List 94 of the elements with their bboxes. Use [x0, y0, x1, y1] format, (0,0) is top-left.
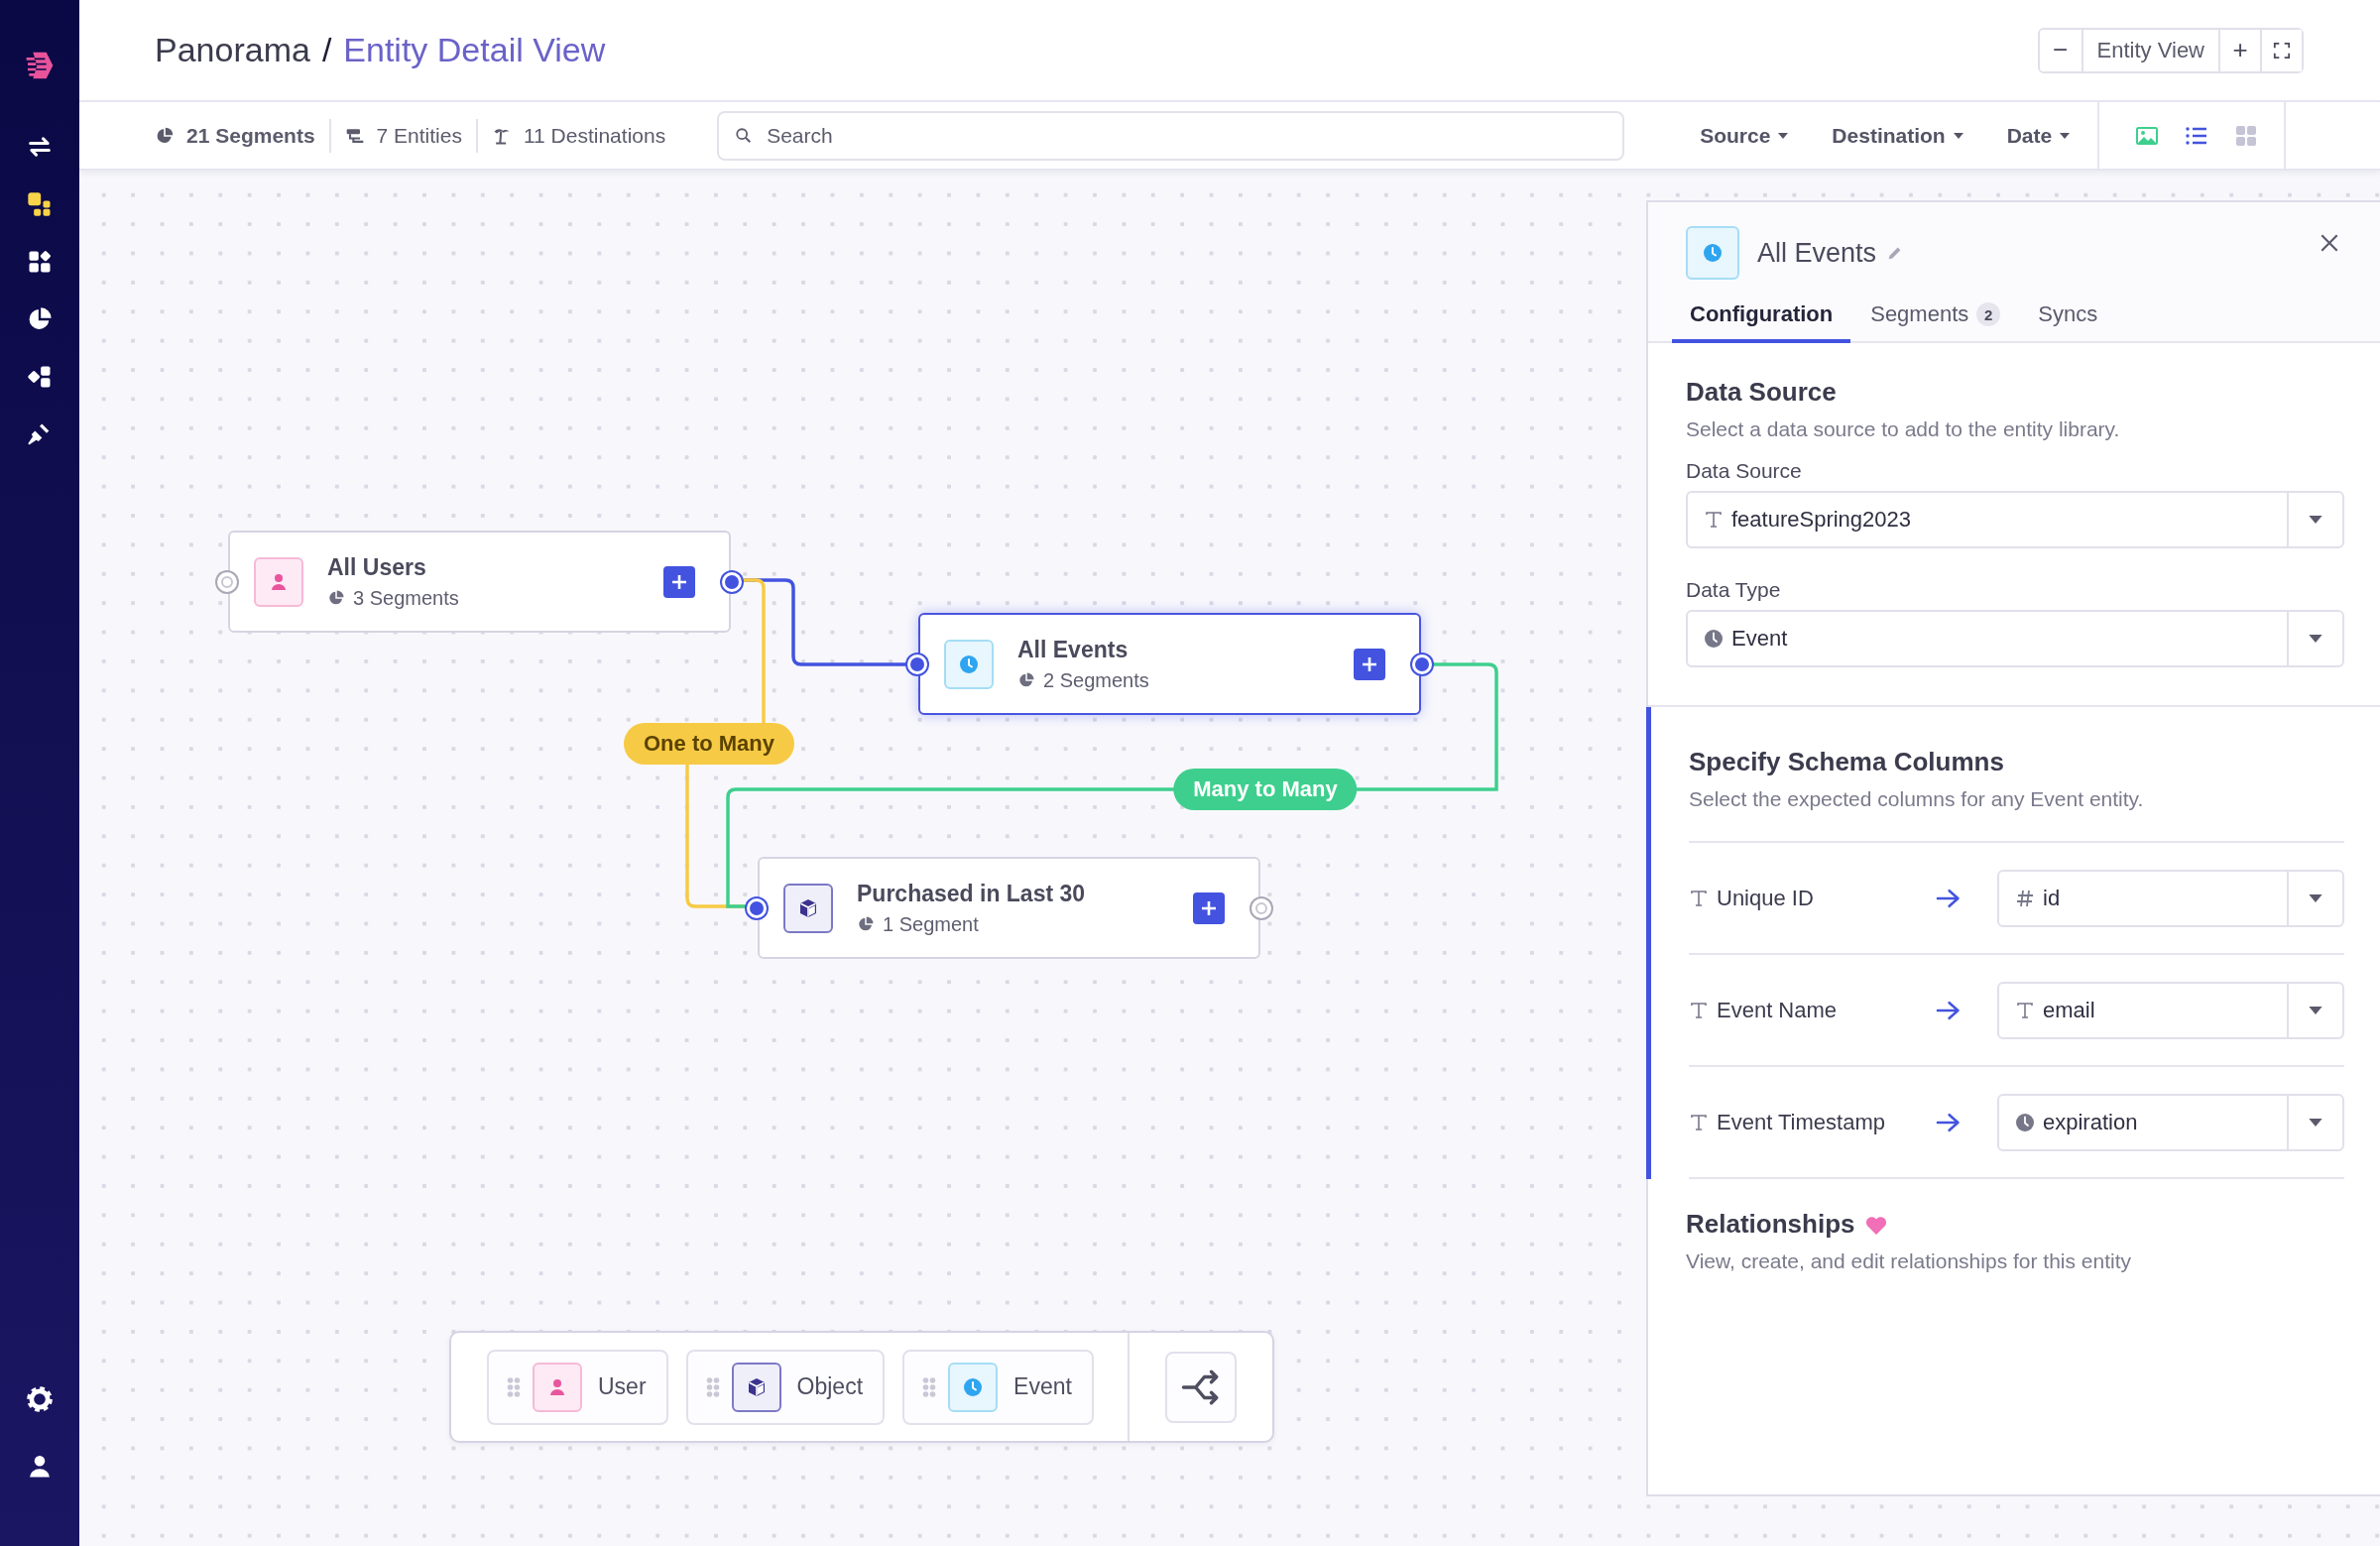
breadcrumb-link[interactable]: Panorama: [155, 31, 310, 69]
tab[interactable]: Segments 2: [1852, 301, 2019, 343]
node-title: All Users: [327, 553, 427, 581]
cube-icon: [731, 1362, 781, 1412]
connection-port[interactable]: [1412, 654, 1432, 674]
arrow-icon: [1935, 887, 1961, 909]
pie-chart-icon: [155, 125, 175, 146]
caret-icon: [2309, 516, 2322, 524]
stat-count: 7 Entities: [376, 123, 462, 148]
caret-icon: [2309, 635, 2322, 643]
column-name: Unique ID: [1717, 885, 1814, 911]
plus-icon: [1200, 898, 1218, 917]
segment-count: 3 Segments: [353, 586, 459, 610]
clock-icon: [1704, 629, 1724, 649]
count-badge: 2: [1976, 302, 2001, 326]
palette-item[interactable]: Object: [685, 1349, 886, 1425]
connection-port[interactable]: [747, 897, 767, 918]
filter-dropdown[interactable]: Source: [1700, 123, 1789, 148]
text-type-icon: [2015, 1000, 2035, 1020]
entity-node[interactable]: All Users 3 Segments: [228, 531, 731, 633]
filter-dropdown[interactable]: Date: [2006, 123, 2071, 148]
select-field[interactable]: email: [1997, 981, 2344, 1039]
field-label: Data Type: [1686, 578, 1782, 602]
segment-count: 1 Segment: [883, 912, 979, 936]
palette-item[interactable]: Event: [902, 1349, 1094, 1425]
column-name: Event Timestamp: [1717, 1109, 1885, 1135]
stat-count: 21 Segments: [186, 123, 315, 148]
plus-icon: [670, 572, 688, 591]
caret-icon: [2309, 1118, 2322, 1127]
entity-node[interactable]: All Events 2 Segments: [918, 613, 1421, 715]
caret-icon: [1953, 132, 1964, 139]
breadcrumb-separator: /: [321, 31, 332, 69]
section-heading: Specify Schema Columns: [1689, 747, 2005, 777]
clock-icon: [1686, 226, 1739, 280]
section-heading: Relationships: [1686, 1209, 1855, 1240]
add-button[interactable]: [663, 565, 695, 598]
text-type-icon: [1689, 888, 1709, 908]
column-name: Event Name: [1717, 997, 1838, 1023]
text-type-icon: [1689, 1112, 1709, 1132]
cube-icon: [783, 883, 833, 933]
pie-chart-icon: [327, 589, 345, 607]
section-description: Select a data source to add to the entity library.: [1686, 417, 2121, 441]
pie-chart-icon: [1017, 671, 1035, 689]
drag-handle-icon: [922, 1375, 937, 1398]
clock-icon: [948, 1362, 999, 1412]
person-icon: [254, 556, 303, 607]
squares-icon[interactable]: [26, 190, 54, 218]
add-button[interactable]: [1354, 648, 1385, 680]
section-description: Select the expected columns for any Event entity.: [1689, 787, 2145, 811]
clock-icon: [944, 639, 994, 689]
clock-icon: [2015, 1112, 2035, 1132]
search-field[interactable]: Search: [717, 110, 1625, 161]
page-title: Entity Detail View: [343, 31, 606, 69]
arrow-icon: [1935, 1111, 1961, 1133]
text-type-icon: [1689, 1000, 1709, 1020]
panel-title: All Events: [1757, 237, 1877, 269]
filter-dropdown[interactable]: Destination: [1832, 123, 1964, 148]
select-field[interactable]: id: [1997, 869, 2344, 927]
drag-handle-icon: [705, 1375, 720, 1398]
drag-handle-icon: [507, 1375, 521, 1398]
search-icon: [735, 126, 754, 145]
caret-icon: [2309, 893, 2322, 902]
node-title: Purchased in Last 30: [857, 880, 1087, 907]
person-icon: [533, 1362, 582, 1412]
caret-icon: [2060, 132, 2071, 139]
plus-icon: [1361, 654, 1378, 673]
fullscreen-icon: [2273, 41, 2291, 59]
relationship-label[interactable]: One to Many: [624, 723, 794, 765]
branch-button[interactable]: [1165, 1351, 1237, 1423]
text-type-icon: [1704, 510, 1724, 530]
connection-port[interactable]: [907, 654, 927, 674]
segment-count: 2 Segments: [1043, 668, 1149, 692]
fullscreen-button[interactable]: [2260, 29, 2302, 71]
logo-icon[interactable]: [24, 50, 56, 81]
tab[interactable]: Configuration: [1672, 301, 1851, 343]
add-button[interactable]: [1193, 892, 1225, 924]
caret-icon: [1778, 132, 1789, 139]
section-heading: Data Source: [1686, 377, 1838, 408]
select-field[interactable]: Event: [1686, 610, 2344, 667]
arrow-icon: [1935, 999, 1961, 1021]
pie-chart-icon: [857, 915, 875, 933]
select-field[interactable]: featureSpring2023: [1686, 491, 2344, 548]
palette-item[interactable]: User: [487, 1349, 668, 1425]
section-description: View, create, and edit relationships for this entity: [1686, 1249, 2133, 1273]
tab[interactable]: Syncs: [2020, 301, 2116, 343]
connection-port[interactable]: [722, 571, 742, 592]
node-title: All Events: [1017, 636, 1130, 663]
caret-icon: [2309, 1006, 2322, 1014]
stat-count: 11 Destinations: [523, 123, 666, 148]
select-field[interactable]: expiration: [1997, 1093, 2344, 1151]
hash-icon: [2015, 888, 2035, 908]
entity-node[interactable]: Purchased in Last 30 1 Segment: [758, 857, 1260, 959]
settings-icon[interactable]: [26, 1385, 54, 1413]
field-label: Data Source: [1686, 459, 1803, 483]
